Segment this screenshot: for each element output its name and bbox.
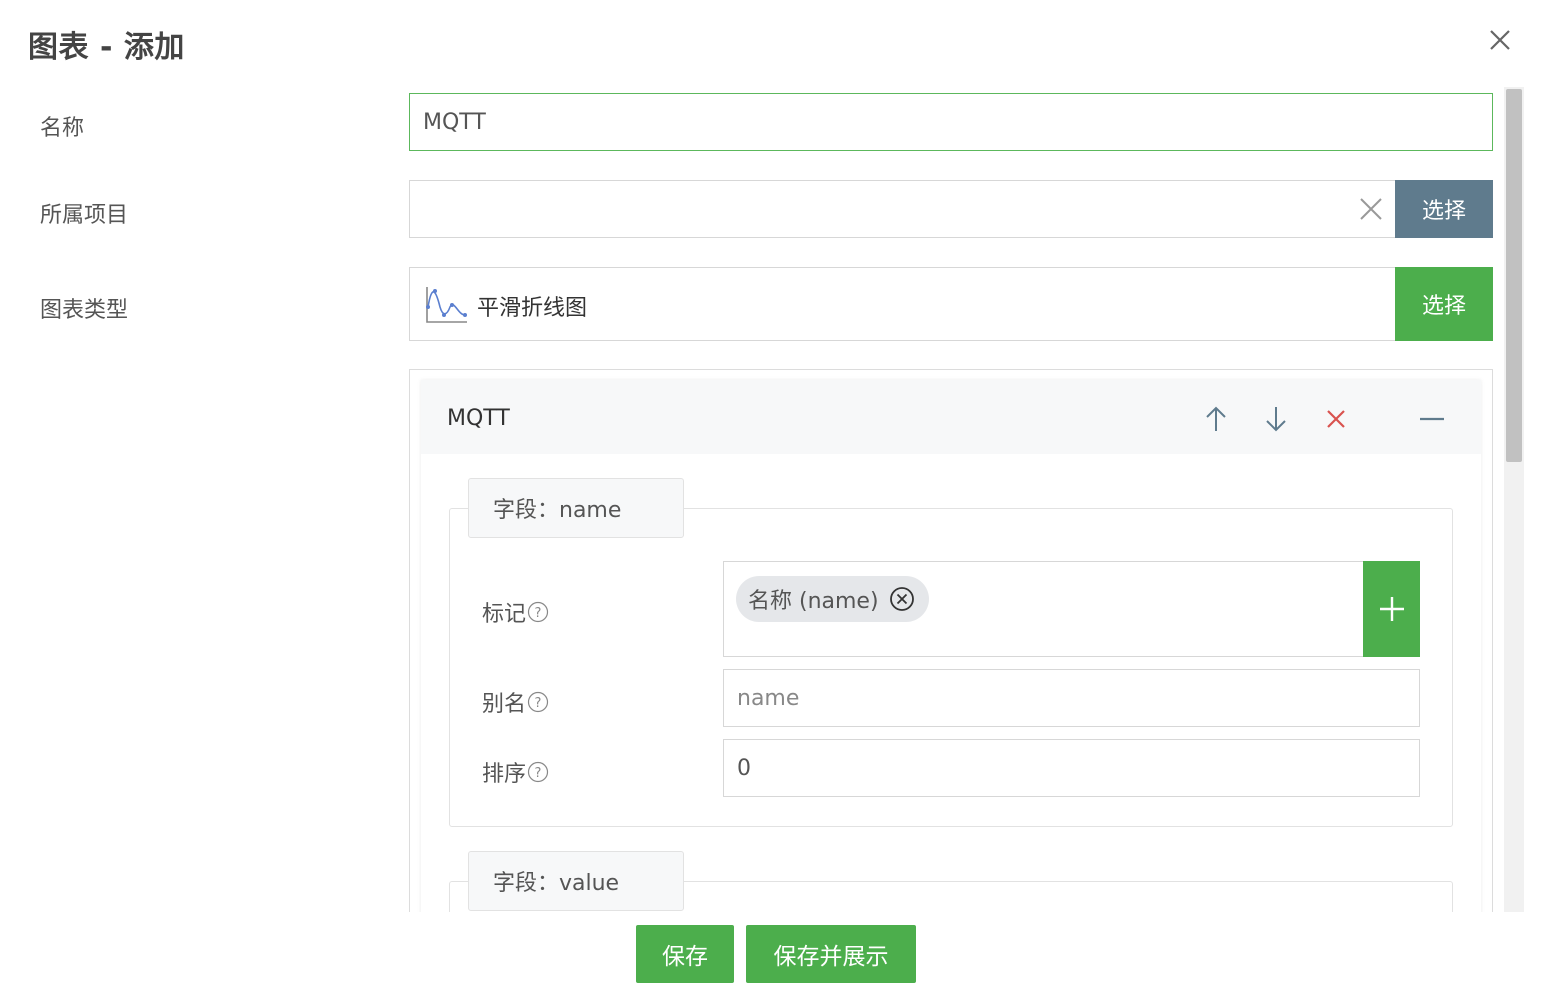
svg-text:?: ?	[535, 766, 542, 781]
move-up-icon[interactable]	[1202, 404, 1230, 434]
save-and-show-button[interactable]: 保存并展示	[746, 925, 916, 983]
remove-tag-icon[interactable]	[889, 586, 915, 612]
project-select-button[interactable]: 选择	[1395, 180, 1493, 238]
project-input[interactable]	[409, 180, 1396, 238]
alias-label-text: 别名	[482, 692, 527, 717]
help-icon[interactable]: ?	[527, 761, 549, 783]
alias-input-placeholder: name	[737, 685, 800, 711]
move-down-icon[interactable]	[1262, 404, 1290, 434]
field-name-legend: 字段：name	[468, 478, 684, 538]
field-value-legend: 字段：value	[468, 851, 684, 911]
close-icon[interactable]	[1484, 24, 1516, 56]
mark-label-text: 标记	[482, 602, 527, 627]
dialog-title: 图表 - 添加	[28, 30, 185, 65]
scrollbar[interactable]	[1504, 87, 1524, 912]
sort-label: 排序 ?	[482, 756, 549, 788]
collapse-icon[interactable]	[1418, 404, 1446, 434]
mark-tag: 名称 (name)	[736, 576, 929, 622]
project-label: 所属项目	[40, 203, 129, 228]
svg-text:?: ?	[535, 696, 542, 711]
clear-icon[interactable]	[1358, 196, 1384, 222]
alias-label: 别名 ?	[482, 686, 549, 718]
plus-icon	[1379, 597, 1404, 621]
sort-input[interactable]: 0	[723, 739, 1420, 797]
name-input-value: MQTT	[423, 109, 486, 135]
series-title: MQTT	[447, 406, 510, 431]
help-icon[interactable]: ?	[527, 601, 549, 623]
name-label: 名称	[40, 116, 85, 141]
add-mark-button[interactable]	[1363, 561, 1420, 657]
alias-input[interactable]: name	[723, 669, 1420, 727]
chart-type-value: 平滑折线图	[477, 296, 588, 321]
name-input[interactable]: MQTT	[409, 93, 1493, 151]
delete-icon[interactable]	[1322, 404, 1350, 434]
mark-label: 标记 ?	[482, 596, 549, 628]
save-button[interactable]: 保存	[636, 925, 734, 983]
scrollbar-thumb[interactable]	[1506, 89, 1522, 462]
mark-tag-label: 名称 (name)	[748, 589, 879, 614]
sort-label-text: 排序	[482, 762, 527, 787]
sort-input-value: 0	[737, 755, 751, 781]
chart-type-label: 图表类型	[40, 298, 129, 323]
smooth-line-chart-icon	[424, 285, 468, 325]
help-icon[interactable]: ?	[527, 691, 549, 713]
chart-type-select-button[interactable]: 选择	[1395, 267, 1493, 341]
svg-text:?: ?	[535, 606, 542, 621]
